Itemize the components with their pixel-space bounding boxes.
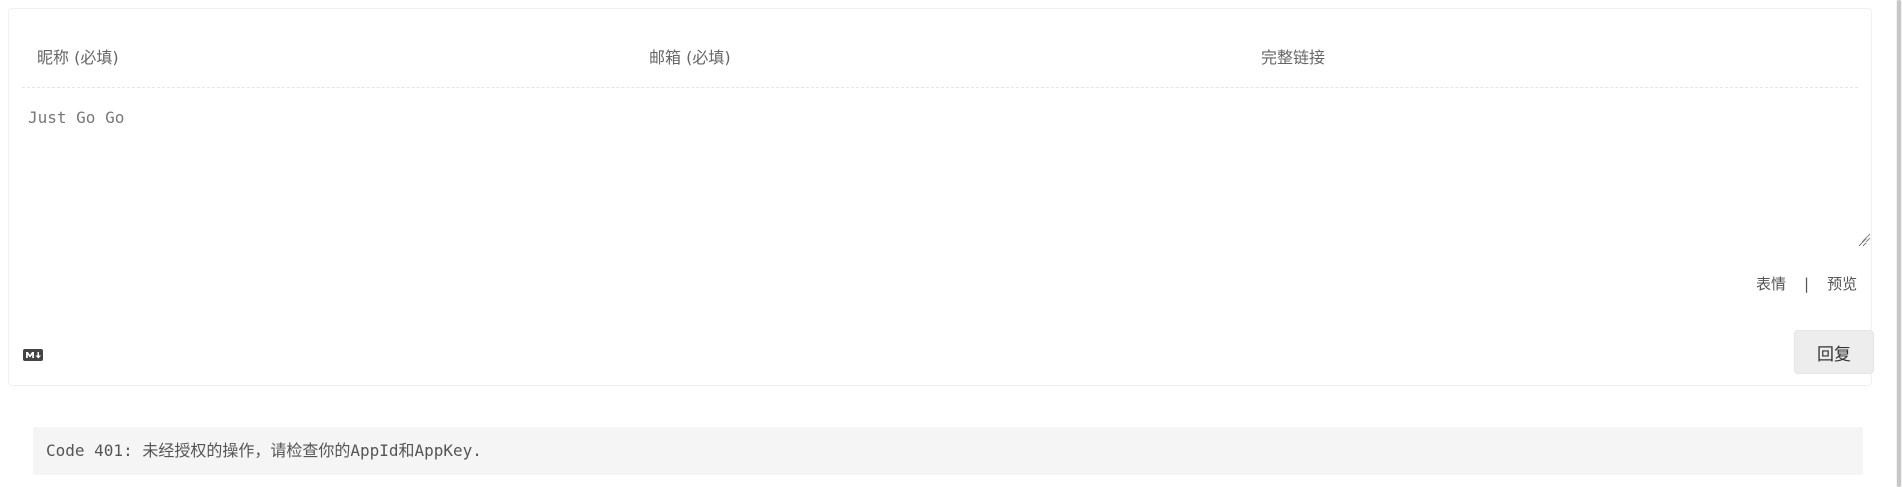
error-message: Code 401: 未经授权的操作，请检查你的AppId和AppKey. [33,427,1863,475]
resize-grip-icon[interactable] [1860,232,1871,243]
scrollbar-thumb[interactable] [1897,0,1901,487]
link-input[interactable] [1246,27,1858,87]
comment-meta-row [22,27,1858,88]
markdown-icon[interactable] [23,349,43,361]
emoji-button[interactable]: 表情 [1756,273,1786,294]
action-separator: | [1804,274,1810,293]
page-scrollbar[interactable] [1896,0,1902,487]
comment-textarea[interactable] [13,95,1867,247]
email-input[interactable] [634,27,1246,87]
nickname-input[interactable] [22,27,634,87]
preview-button[interactable]: 预览 [1827,273,1857,294]
editor-actions: 表情 | 预览 [1756,273,1857,294]
reply-button[interactable]: 回复 [1794,330,1874,374]
